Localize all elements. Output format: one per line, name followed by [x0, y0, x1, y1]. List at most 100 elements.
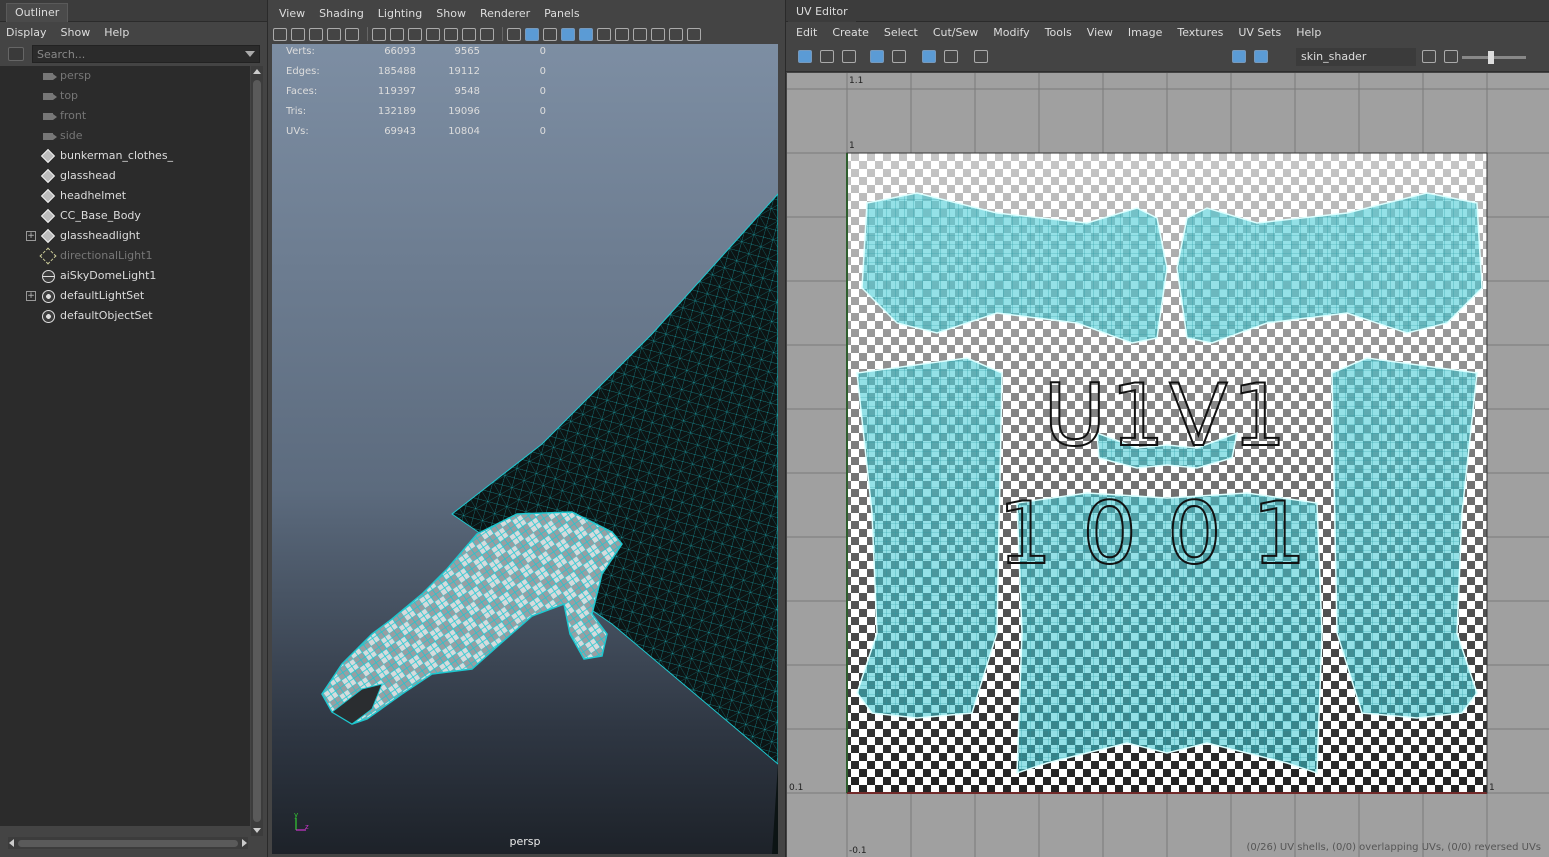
outliner-item-label: aiSkyDomeLight1	[60, 269, 157, 282]
uv-editor-tab[interactable]: UV Editor	[788, 3, 856, 22]
select-camera-icon[interactable]	[273, 27, 287, 41]
motion-blur-icon[interactable]	[651, 27, 665, 41]
uv-status-bar: (0/26) UV shells, (0/0) overlapping UVs,…	[1246, 842, 1541, 853]
outliner-item[interactable]: aiSkyDomeLight1	[0, 266, 250, 286]
uv-shell-select-icon[interactable]	[798, 50, 812, 63]
shader-selector[interactable]: skin_shader	[1296, 48, 1416, 66]
uv-align-icon[interactable]	[842, 50, 856, 63]
menu-view[interactable]: View	[279, 7, 305, 20]
wireframe-on-shaded-icon[interactable]	[561, 27, 575, 41]
frame-all-icon[interactable]	[892, 50, 906, 63]
snapshot-icon[interactable]	[974, 50, 988, 63]
outliner-item[interactable]: defaultObjectSet	[0, 306, 250, 326]
menu-panels[interactable]: Panels	[544, 7, 579, 20]
menu-lighting[interactable]: Lighting	[378, 7, 422, 20]
outliner-item[interactable]: persp	[0, 66, 250, 86]
menu-create[interactable]: Create	[832, 26, 869, 39]
hud-row-edges: Edges: 185488 19112 0	[286, 64, 546, 84]
smooth-shade-icon[interactable]	[525, 27, 539, 41]
checker-map-icon[interactable]	[1254, 50, 1268, 63]
outliner-item-label: headhelmet	[60, 189, 127, 202]
film-gate-icon[interactable]	[390, 27, 404, 41]
expand-icon[interactable]: +	[26, 231, 36, 241]
menu-textures[interactable]: Textures	[1177, 26, 1223, 39]
field-chart-icon[interactable]	[444, 27, 458, 41]
safe-title-icon[interactable]	[480, 27, 494, 41]
outliner-vertical-scrollbar[interactable]	[251, 66, 263, 836]
hud-value: 119397	[377, 86, 416, 97]
menu-display[interactable]: Display	[6, 26, 47, 39]
outliner-item[interactable]: bunkerman_clothes_	[0, 146, 250, 166]
expand-icon[interactable]: +	[26, 291, 36, 301]
depth-of-field-icon[interactable]	[687, 27, 701, 41]
scroll-left-icon[interactable]	[9, 839, 14, 847]
filter-icon[interactable]	[8, 47, 24, 61]
scroll-right-icon[interactable]	[242, 839, 247, 847]
gate-mask-icon[interactable]	[426, 27, 440, 41]
uv-canvas[interactable]: U1V1 1001 1.1 1 0.1 1 -0.1 (0/26) UV she…	[787, 73, 1549, 857]
grid-display-icon[interactable]	[922, 50, 936, 63]
outliner-item[interactable]: front	[0, 106, 250, 126]
scroll-down-icon[interactable]	[253, 828, 261, 833]
screen-space-ao-icon[interactable]	[633, 27, 647, 41]
menu-renderer[interactable]: Renderer	[480, 7, 530, 20]
hud-value: 10804	[448, 126, 480, 137]
outliner-panel: Outliner Display Show Help Search... per…	[0, 0, 268, 857]
outliner-tab[interactable]: Outliner	[6, 3, 69, 22]
menu-help[interactable]: Help	[1296, 26, 1321, 39]
bookmark-icon[interactable]	[309, 27, 323, 41]
wireframe-icon[interactable]	[507, 27, 521, 41]
textured-icon[interactable]	[579, 27, 593, 41]
search-input[interactable]: Search...	[32, 45, 260, 63]
uv-tile-icon[interactable]	[820, 50, 834, 63]
outliner-item[interactable]: + glassheadlight	[0, 226, 250, 246]
shader-refresh-icon[interactable]	[1422, 50, 1436, 63]
menu-select[interactable]: Select	[884, 26, 918, 39]
menu-edit[interactable]: Edit	[796, 26, 817, 39]
mesh-icon	[40, 188, 56, 204]
scrollbar-thumb[interactable]	[253, 80, 261, 822]
image-plane-icon[interactable]	[327, 27, 341, 41]
menu-image[interactable]: Image	[1128, 26, 1162, 39]
menu-cut-sew[interactable]: Cut/Sew	[933, 26, 978, 39]
grid-icon[interactable]	[372, 27, 386, 41]
outliner-item[interactable]: CC_Base_Body	[0, 206, 250, 226]
skydome-icon	[40, 269, 56, 283]
uv-tile-label-u1v1: U1V1	[1043, 366, 1290, 466]
uv-coord-label: 1.1	[849, 76, 864, 86]
scrollbar-thumb[interactable]	[18, 840, 238, 847]
outliner-horizontal-scrollbar[interactable]	[8, 837, 248, 849]
use-all-lights-icon[interactable]	[597, 27, 611, 41]
camera-attributes-icon[interactable]	[291, 27, 305, 41]
default-material-icon[interactable]	[543, 27, 557, 41]
viewport-scene[interactable]: Verts: 66093 9565 0 Edges: 185488 19112 …	[272, 44, 778, 854]
viewport-panel: View Shading Lighting Show Renderer Pane…	[269, 0, 781, 857]
resolution-gate-icon[interactable]	[408, 27, 422, 41]
menu-shading[interactable]: Shading	[319, 7, 364, 20]
outliner-item[interactable]: + defaultLightSet	[0, 286, 250, 306]
shadows-icon[interactable]	[615, 27, 629, 41]
menu-show[interactable]: Show	[61, 26, 91, 39]
menu-show[interactable]: Show	[436, 7, 466, 20]
menu-tools[interactable]: Tools	[1045, 26, 1072, 39]
anti-aliasing-icon[interactable]	[669, 27, 683, 41]
menu-help[interactable]: Help	[104, 26, 129, 39]
chevron-down-icon[interactable]	[245, 51, 255, 57]
isolate-select-icon[interactable]	[870, 50, 884, 63]
scroll-up-icon[interactable]	[253, 69, 261, 74]
outliner-item[interactable]: top	[0, 86, 250, 106]
slider-handle[interactable]	[1488, 51, 1494, 64]
image-settings-icon[interactable]	[1444, 50, 1458, 63]
outliner-item[interactable]: directionalLight1	[0, 246, 250, 266]
outliner-item[interactable]: headhelmet	[0, 186, 250, 206]
menu-view[interactable]: View	[1087, 26, 1113, 39]
outliner-item[interactable]: side	[0, 126, 250, 146]
image-ratio-slider[interactable]	[1462, 51, 1526, 64]
outliner-item[interactable]: glasshead	[0, 166, 250, 186]
pixel-snap-icon[interactable]	[944, 50, 958, 63]
menu-modify[interactable]: Modify	[993, 26, 1029, 39]
image-display-icon[interactable]	[1232, 50, 1246, 63]
grease-pencil-icon[interactable]	[345, 27, 359, 41]
safe-action-icon[interactable]	[462, 27, 476, 41]
menu-uv-sets[interactable]: UV Sets	[1238, 26, 1281, 39]
